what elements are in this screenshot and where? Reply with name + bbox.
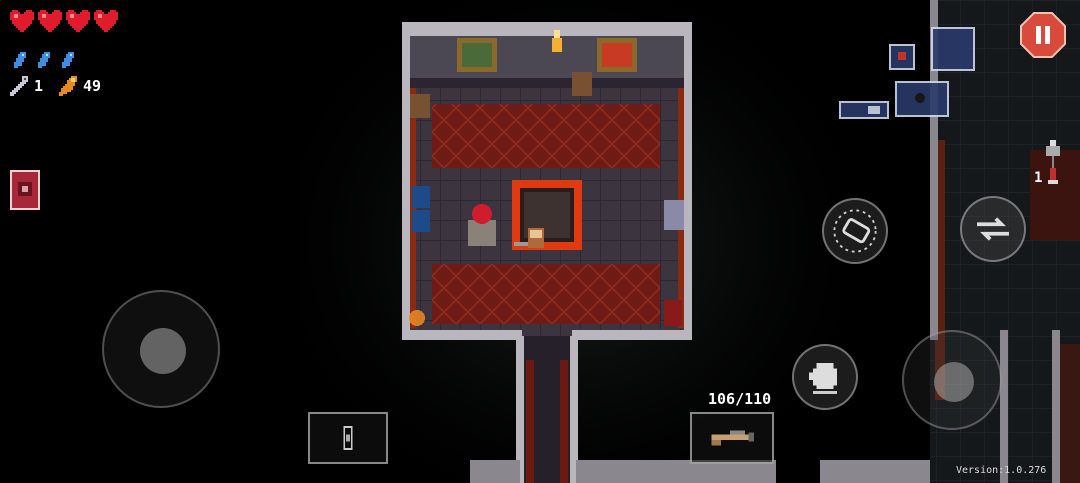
- shell-currency-icon: [59, 76, 78, 96]
- active-item-book-icon[interactable]: [10, 170, 40, 210]
- key-count: 1: [34, 77, 44, 95]
- move-joystick-knob[interactable]: [140, 328, 186, 374]
- resource-counters: 1 49: [10, 76, 113, 96]
- item-icon: [343, 426, 353, 450]
- heart-icon: [10, 10, 34, 32]
- dodge-roll-button[interactable]: [792, 344, 858, 410]
- aim-joystick[interactable]: [902, 330, 1002, 430]
- key-indicator-icon: [1046, 140, 1060, 184]
- pause-button[interactable]: [1020, 12, 1066, 58]
- key-icon: [10, 76, 28, 96]
- swap-weapon-icon: [977, 217, 1009, 241]
- key-indicator-count: 1: [1034, 170, 1043, 186]
- blank-icon: [38, 52, 50, 68]
- move-joystick[interactable]: [102, 290, 220, 408]
- shell-count: 49: [83, 77, 102, 95]
- dodge-roll-icon: [809, 362, 838, 394]
- aim-joystick-knob[interactable]: [934, 362, 974, 402]
- blanks: [12, 52, 76, 68]
- ammo-count: 106/110: [708, 390, 772, 408]
- health-hearts: [10, 10, 118, 32]
- swap-weapon-button[interactable]: [960, 196, 1026, 262]
- blank-icon: [14, 52, 26, 68]
- heart-icon: [66, 10, 90, 32]
- gun-slot[interactable]: [690, 412, 774, 464]
- reload-button[interactable]: [822, 198, 888, 264]
- reload-icon: [833, 209, 877, 253]
- item-slot[interactable]: [308, 412, 388, 464]
- heart-icon: [38, 10, 62, 32]
- heart-icon: [94, 10, 118, 32]
- version-label: Version:1.0.276: [956, 465, 1047, 476]
- blank-icon: [62, 52, 74, 68]
- gun-icon: [711, 430, 755, 446]
